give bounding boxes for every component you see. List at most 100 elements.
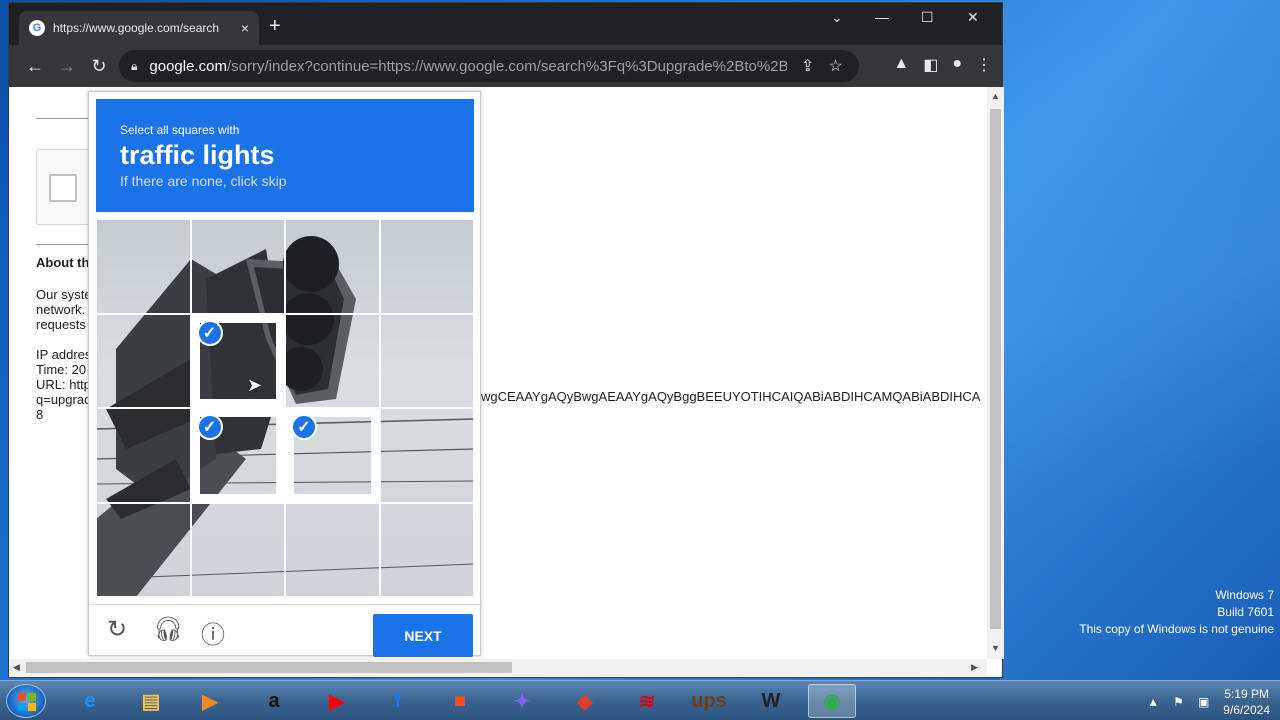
share-icon[interactable]: ⇪ [801,56,814,76]
toolbar-actions: ▲ ◧ ● ⋮ [893,55,992,75]
lock-icon[interactable]: 🔒︎ [131,59,137,74]
bank-of-america-taskbar-icon[interactable]: ≋ [623,684,671,718]
internet-explorer-taskbar-icon[interactable]: e [66,684,114,718]
maximize-button[interactable]: ☐ [921,9,934,26]
show-hidden-icons-icon[interactable]: ▲ [1147,695,1159,709]
paragraph-line: q=upgrac [36,392,91,407]
scroll-up-icon[interactable]: ▲ [991,91,1000,101]
vertical-scroll-thumb[interactable] [990,109,1001,629]
url-query-text: wgCEAAYgAQyBwgAEAAYgAQyBggBEEUYOTIHCAIQA… [481,389,981,404]
ups-taskbar-icon[interactable]: ups [685,684,733,718]
grid-cell[interactable] [285,502,380,597]
microsoft-365-taskbar-icon[interactable]: ■ [436,684,484,718]
bookmark-star-icon[interactable]: ☆ [828,56,842,76]
challenge-header: Select all squares with traffic lights I… [96,99,474,212]
minimize-button[interactable]: — [875,9,889,25]
checkmark-icon: ✓ [196,414,223,440]
challenge-target: traffic lights [120,140,275,170]
action-center-flag-icon[interactable]: ⚑ [1173,695,1184,709]
paragraph-line: Time: 20 [36,362,87,377]
tab-strip: G https://www.google.com/search × + ⌄ — … [9,3,1002,45]
grid-cell[interactable] [96,502,191,597]
start-button[interactable] [6,684,46,718]
youtube-taskbar-icon[interactable]: ▶ [313,684,361,718]
reload-icon[interactable]: ↻ [83,56,115,77]
side-panel-icon[interactable]: ◧ [923,55,938,75]
grid-cell[interactable] [96,313,191,408]
labs-flask-icon[interactable]: ▲ [893,55,909,75]
checkmark-icon: ✓ [291,414,317,440]
media-player-taskbar-icon[interactable]: ▶ [186,684,234,718]
amazon-taskbar-icon[interactable]: a [250,684,298,718]
vertical-scrollbar[interactable]: ▲ ▼ [987,87,1004,659]
url-host: google.com [149,57,227,75]
paragraph-line: URL: http [36,377,91,392]
tab-title: https://www.google.com/search [53,21,220,35]
grid-cell-selected[interactable]: ✓ [190,313,285,408]
menu-kebab-icon[interactable]: ⋮ [976,55,992,75]
forward-arrow-icon[interactable]: → [51,56,83,77]
grid-cell[interactable] [96,408,191,503]
grid-cell[interactable] [190,502,285,597]
grid-cell-selected[interactable]: ✓ [190,408,285,503]
scroll-right-icon[interactable]: ▶ [971,662,978,673]
grid-cell[interactable] [96,219,191,314]
url-path: /sorry/index?continue=https://www.google… [226,57,787,75]
audio-challenge-icon[interactable]: 🎧︎ [153,615,183,644]
scroll-down-icon[interactable]: ▼ [991,643,1000,653]
checkmark-icon: ✓ [196,319,223,346]
desktop-wallpaper [1000,0,1280,680]
taskbar: e ▤ ▶ a ▶ f ■ ✦ ◆ ≋ ups W ◉ ▲ ⚑ ▣ 5:19 PM 9/6/2024 [0,680,1280,720]
paragraph-line: network. [36,302,86,317]
about-heading: About th [36,255,90,270]
watermark-line: Build 7601 [1217,605,1274,619]
mouse-cursor-icon: ➤ [247,375,263,395]
grid-cell[interactable] [379,219,474,314]
grid-cell[interactable] [285,219,380,314]
grid-cell-selected[interactable]: ✓ [285,408,380,503]
divider [36,118,96,119]
close-window-button[interactable]: ✕ [967,9,979,26]
windows-logo-icon [18,693,36,711]
clock-time: 5:19 PM [1224,687,1269,701]
paragraph-line: requests [36,317,86,332]
paragraph-line: Our syste [36,287,92,302]
tab-close-icon[interactable]: × [241,20,249,36]
back-arrow-icon[interactable]: ← [19,56,51,77]
address-bar[interactable]: 🔒︎ google.com /sorry/index?continue=http… [119,50,859,82]
copilot-taskbar-icon[interactable]: ✦ [498,684,546,718]
browser-tab[interactable]: G https://www.google.com/search × [19,11,259,45]
watermark-line: This copy of Windows is not genuine [1079,622,1274,636]
watermark-line: Windows 7 [1215,588,1274,602]
recaptcha-checkbox[interactable] [49,174,77,202]
facebook-taskbar-icon[interactable]: f [374,684,422,718]
system-tray: ▲ ⚑ ▣ 5:19 PM 9/6/2024 [1147,685,1270,719]
grid-cell[interactable] [379,502,474,597]
recaptcha-widget [36,149,96,225]
new-tab-button[interactable]: + [269,15,281,38]
challenge-instruction: Select all squares with [120,123,240,137]
grid-cell[interactable] [379,313,474,408]
wikipedia-taskbar-icon[interactable]: W [747,684,795,718]
network-icon[interactable]: ▣ [1198,695,1209,709]
image-grid: ✓ ✓ ✓ [96,219,474,597]
challenge-hint: If there are none, click skip [120,173,287,189]
scroll-left-icon[interactable]: ◀ [13,662,20,673]
grid-cell[interactable] [285,313,380,408]
horizontal-scrollbar[interactable]: ◀ ▶ [9,659,987,676]
chrome-taskbar-icon[interactable]: ◉ [808,684,856,718]
help-info-icon[interactable]: ⓘ [201,615,225,650]
profile-icon[interactable]: ● [952,55,962,75]
next-button[interactable]: NEXT [373,614,473,657]
grid-cell[interactable] [379,408,474,503]
file-explorer-taskbar-icon[interactable]: ▤ [127,684,175,718]
challenge-footer: ↻ 🎧︎ ⓘ NEXT [89,604,482,657]
reload-challenge-icon[interactable]: ↻ [107,615,127,644]
store-taskbar-icon[interactable]: ◆ [561,684,609,718]
clock[interactable]: 5:19 PM 9/6/2024 [1223,686,1270,718]
grid-cell[interactable] [190,219,285,314]
tab-search-icon[interactable]: ⌄ [831,9,843,26]
recaptcha-challenge: Select all squares with traffic lights I… [88,91,482,657]
horizontal-scroll-thumb[interactable] [26,662,512,673]
google-favicon-icon: G [29,20,45,36]
